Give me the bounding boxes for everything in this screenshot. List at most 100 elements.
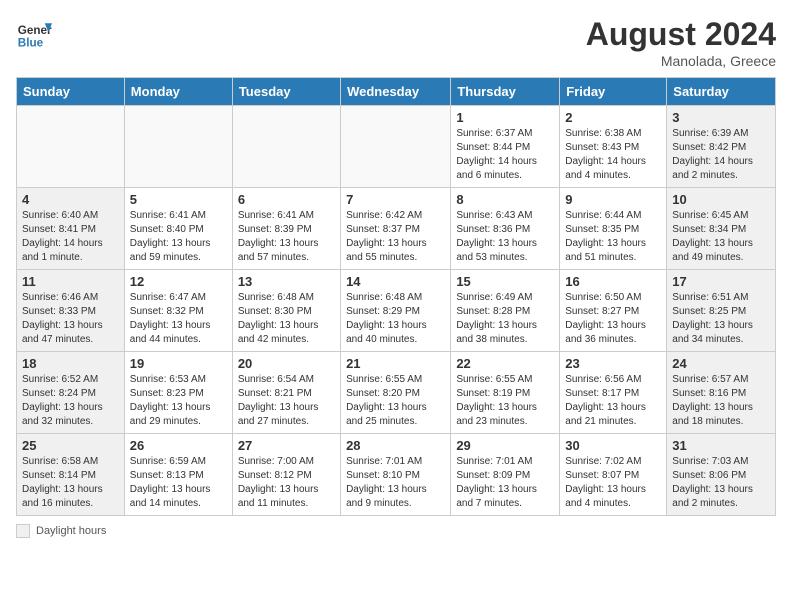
- day-number: 13: [238, 274, 335, 289]
- day-info: Sunrise: 6:51 AM Sunset: 8:25 PM Dayligh…: [672, 291, 770, 347]
- day-number: 19: [130, 356, 227, 371]
- svg-text:Blue: Blue: [18, 37, 44, 50]
- day-info: Sunrise: 6:53 AM Sunset: 8:23 PM Dayligh…: [130, 373, 227, 429]
- weekday-header-wednesday: Wednesday: [341, 78, 451, 106]
- day-number: 9: [565, 192, 661, 207]
- calendar-cell: 15Sunrise: 6:49 AM Sunset: 8:28 PM Dayli…: [451, 270, 560, 352]
- calendar-cell: [124, 106, 232, 188]
- footer-note: Daylight hours: [16, 524, 776, 538]
- calendar-cell: 20 Sunrise: 6:54 AM Sunset: 8:21 PM Dayli…: [232, 352, 340, 434]
- calendar-cell: 8Sunrise: 6:43 AM Sunset: 8:36 PM Daylig…: [451, 188, 560, 270]
- calendar-cell: 22 Sunrise: 6:55 AM Sunset: 8:19 PM Dayli…: [451, 352, 560, 434]
- day-info: Sunrise: 6:48 AM Sunset: 8:29 PM Dayligh…: [346, 291, 445, 347]
- calendar-cell: 18Sunrise: 6:52 AM Sunset: 8:24 PM Dayli…: [17, 352, 125, 434]
- calendar-cell: 30 Sunrise: 7:02 AM Sunset: 8:07 PM Dayli…: [560, 434, 667, 516]
- day-number: 23: [565, 356, 661, 371]
- calendar-week-row: 18Sunrise: 6:52 AM Sunset: 8:24 PM Dayli…: [17, 352, 776, 434]
- day-info: Sunrise: 6:55 AM Sunset: 8:19 PM Dayligh…: [456, 373, 554, 429]
- weekday-header-saturday: Saturday: [667, 78, 776, 106]
- calendar-week-row: 11 Sunrise: 6:46 AM Sunset: 8:33 PM Dayli…: [17, 270, 776, 352]
- calendar-cell: 17 Sunrise: 6:51 AM Sunset: 8:25 PM Dayli…: [667, 270, 776, 352]
- day-info: Sunrise: 6:45 AM Sunset: 8:34 PM Dayligh…: [672, 209, 770, 265]
- day-number: 1: [456, 110, 554, 125]
- day-number: 22: [456, 356, 554, 371]
- calendar-cell: [341, 106, 451, 188]
- day-info: Sunrise: 6:57 AM Sunset: 8:16 PM Dayligh…: [672, 373, 770, 429]
- day-info: Sunrise: 6:54 AM Sunset: 8:21 PM Dayligh…: [238, 373, 335, 429]
- day-info: Sunrise: 6:58 AM Sunset: 8:14 PM Dayligh…: [22, 455, 119, 511]
- calendar-cell: 28 Sunrise: 7:01 AM Sunset: 8:10 PM Dayli…: [341, 434, 451, 516]
- day-info: Sunrise: 6:55 AM Sunset: 8:20 PM Dayligh…: [346, 373, 445, 429]
- weekday-header-friday: Friday: [560, 78, 667, 106]
- weekday-header-tuesday: Tuesday: [232, 78, 340, 106]
- day-info: Sunrise: 6:49 AM Sunset: 8:28 PM Dayligh…: [456, 291, 554, 347]
- weekday-header-thursday: Thursday: [451, 78, 560, 106]
- day-number: 30: [565, 438, 661, 453]
- day-info: Sunrise: 6:44 AM Sunset: 8:35 PM Dayligh…: [565, 209, 661, 265]
- calendar-cell: 13 Sunrise: 6:48 AM Sunset: 8:30 PM Dayli…: [232, 270, 340, 352]
- day-info: Sunrise: 7:01 AM Sunset: 8:10 PM Dayligh…: [346, 455, 445, 511]
- day-number: 26: [130, 438, 227, 453]
- calendar-cell: 2Sunrise: 6:38 AM Sunset: 8:43 PM Daylig…: [560, 106, 667, 188]
- calendar-cell: 29Sunrise: 7:01 AM Sunset: 8:09 PM Dayli…: [451, 434, 560, 516]
- day-number: 27: [238, 438, 335, 453]
- day-info: Sunrise: 6:48 AM Sunset: 8:30 PM Dayligh…: [238, 291, 335, 347]
- day-number: 31: [672, 438, 770, 453]
- calendar-cell: 3 Sunrise: 6:39 AM Sunset: 8:42 PM Daylig…: [667, 106, 776, 188]
- day-number: 17: [672, 274, 770, 289]
- day-info: Sunrise: 6:46 AM Sunset: 8:33 PM Dayligh…: [22, 291, 119, 347]
- logo-icon: General Blue: [16, 16, 52, 52]
- day-info: Sunrise: 6:40 AM Sunset: 8:41 PM Dayligh…: [22, 209, 119, 265]
- footer: Daylight hours: [16, 524, 776, 538]
- day-number: 20: [238, 356, 335, 371]
- calendar-cell: [232, 106, 340, 188]
- calendar-cell: 11 Sunrise: 6:46 AM Sunset: 8:33 PM Dayli…: [17, 270, 125, 352]
- day-info: Sunrise: 6:52 AM Sunset: 8:24 PM Dayligh…: [22, 373, 119, 429]
- calendar-table: SundayMondayTuesdayWednesdayThursdayFrid…: [16, 77, 776, 516]
- day-number: 14: [346, 274, 445, 289]
- day-info: Sunrise: 6:41 AM Sunset: 8:40 PM Dayligh…: [130, 209, 227, 265]
- day-number: 11: [22, 274, 119, 289]
- title-area: August 2024 Manolada, Greece: [586, 16, 776, 69]
- day-number: 5: [130, 192, 227, 207]
- calendar-week-row: 4 Sunrise: 6:40 AM Sunset: 8:41 PM Daylig…: [17, 188, 776, 270]
- page-header: General Blue August 2024 Manolada, Greec…: [16, 16, 776, 69]
- location-subtitle: Manolada, Greece: [586, 53, 776, 69]
- calendar-cell: 12 Sunrise: 6:47 AM Sunset: 8:32 PM Dayli…: [124, 270, 232, 352]
- calendar-cell: 31Sunrise: 7:03 AM Sunset: 8:06 PM Dayli…: [667, 434, 776, 516]
- day-number: 28: [346, 438, 445, 453]
- calendar-cell: 23 Sunrise: 6:56 AM Sunset: 8:17 PM Dayli…: [560, 352, 667, 434]
- calendar-cell: 26 Sunrise: 6:59 AM Sunset: 8:13 PM Dayli…: [124, 434, 232, 516]
- calendar-cell: 5 Sunrise: 6:41 AM Sunset: 8:40 PM Daylig…: [124, 188, 232, 270]
- calendar-cell: 6Sunrise: 6:41 AM Sunset: 8:39 PM Daylig…: [232, 188, 340, 270]
- day-info: Sunrise: 7:00 AM Sunset: 8:12 PM Dayligh…: [238, 455, 335, 511]
- calendar-cell: 21 Sunrise: 6:55 AM Sunset: 8:20 PM Dayli…: [341, 352, 451, 434]
- calendar-cell: 25Sunrise: 6:58 AM Sunset: 8:14 PM Dayli…: [17, 434, 125, 516]
- day-info: Sunrise: 6:41 AM Sunset: 8:39 PM Dayligh…: [238, 209, 335, 265]
- calendar-cell: 9 Sunrise: 6:44 AM Sunset: 8:35 PM Daylig…: [560, 188, 667, 270]
- calendar-week-row: 25Sunrise: 6:58 AM Sunset: 8:14 PM Dayli…: [17, 434, 776, 516]
- calendar-cell: 4 Sunrise: 6:40 AM Sunset: 8:41 PM Daylig…: [17, 188, 125, 270]
- day-number: 21: [346, 356, 445, 371]
- day-info: Sunrise: 7:02 AM Sunset: 8:07 PM Dayligh…: [565, 455, 661, 511]
- day-info: Sunrise: 6:37 AM Sunset: 8:44 PM Dayligh…: [456, 127, 554, 183]
- day-info: Sunrise: 6:43 AM Sunset: 8:36 PM Dayligh…: [456, 209, 554, 265]
- daylight-box-icon: [16, 524, 30, 538]
- day-number: 7: [346, 192, 445, 207]
- day-info: Sunrise: 6:47 AM Sunset: 8:32 PM Dayligh…: [130, 291, 227, 347]
- month-year-title: August 2024: [586, 16, 776, 53]
- day-info: Sunrise: 6:56 AM Sunset: 8:17 PM Dayligh…: [565, 373, 661, 429]
- day-info: Sunrise: 6:59 AM Sunset: 8:13 PM Dayligh…: [130, 455, 227, 511]
- logo: General Blue: [16, 16, 52, 52]
- day-number: 24: [672, 356, 770, 371]
- day-number: 3: [672, 110, 770, 125]
- calendar-week-row: 1 Sunrise: 6:37 AM Sunset: 8:44 PM Daylig…: [17, 106, 776, 188]
- day-number: 4: [22, 192, 119, 207]
- weekday-header-monday: Monday: [124, 78, 232, 106]
- day-info: Sunrise: 6:39 AM Sunset: 8:42 PM Dayligh…: [672, 127, 770, 183]
- day-number: 10: [672, 192, 770, 207]
- day-info: Sunrise: 6:38 AM Sunset: 8:43 PM Dayligh…: [565, 127, 661, 183]
- calendar-cell: 27 Sunrise: 7:00 AM Sunset: 8:12 PM Dayli…: [232, 434, 340, 516]
- day-number: 12: [130, 274, 227, 289]
- daylight-label: Daylight hours: [36, 525, 106, 537]
